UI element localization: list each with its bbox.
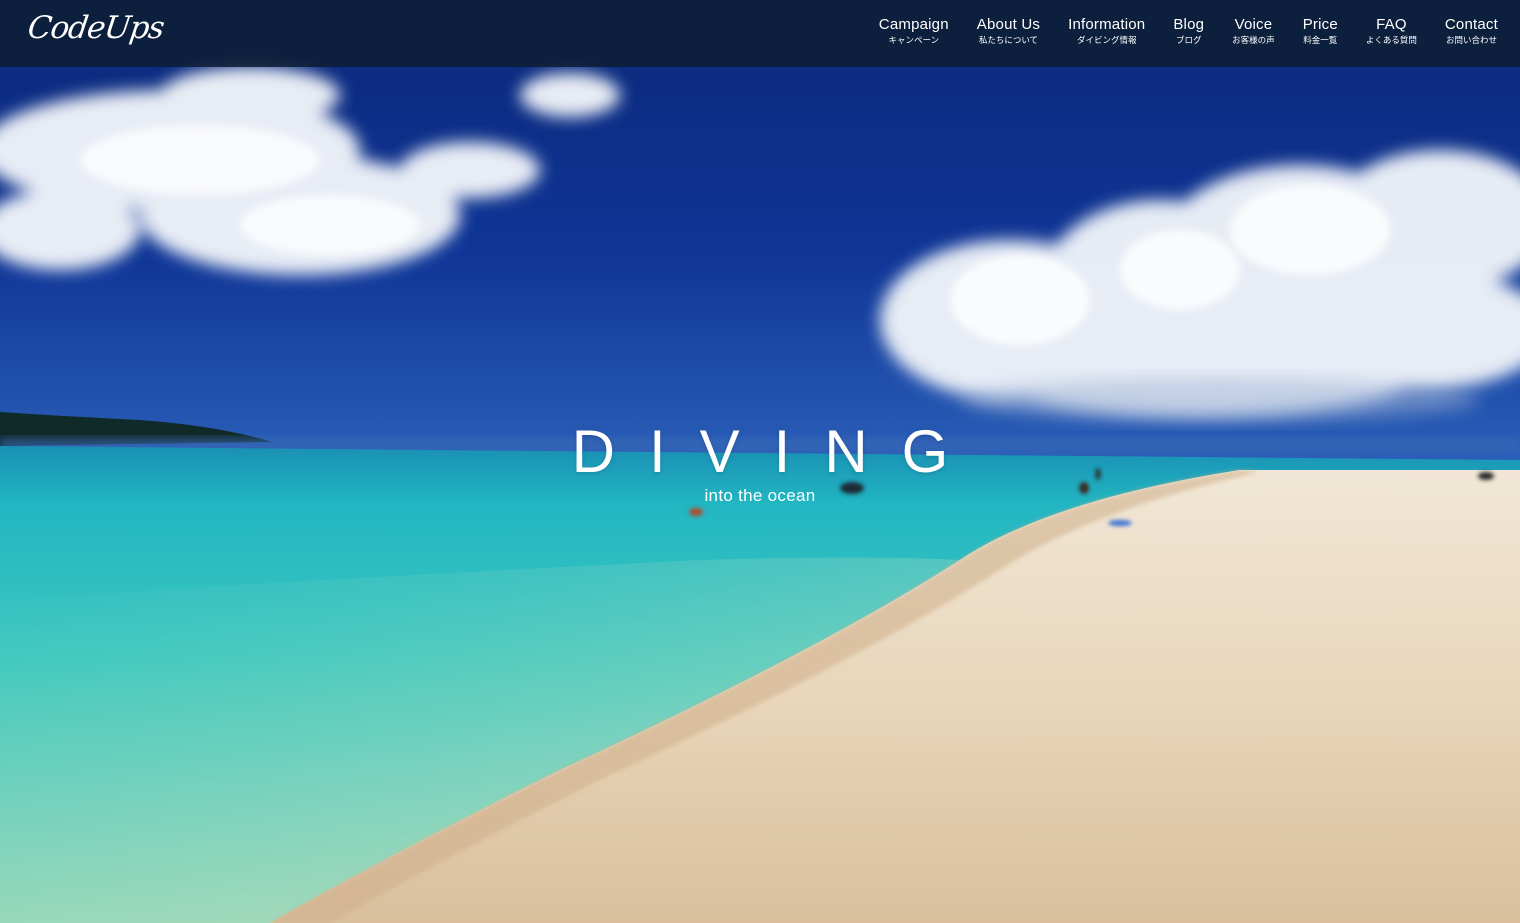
nav-item-label: FAQ <box>1376 16 1407 33</box>
nav-item-about-us[interactable]: About Us 私たちについて <box>977 16 1040 47</box>
nav-item-label: Price <box>1302 16 1338 33</box>
site-header: CodeUps Campaign キャンペーン About Us 私たちについて… <box>0 0 1520 67</box>
nav-item-voice[interactable]: Voice お客様の声 <box>1232 16 1275 47</box>
nav-item-sublabel: よくある質問 <box>1365 36 1417 46</box>
hero-subtitle: into the ocean <box>704 486 816 505</box>
nav-item-price[interactable]: Price 料金一覧 <box>1303 16 1338 47</box>
nav-item-blog[interactable]: Blog ブログ <box>1173 16 1204 47</box>
nav-item-faq[interactable]: FAQ よくある質問 <box>1366 16 1417 47</box>
nav-item-label: Information <box>1068 16 1146 33</box>
nav-item-sublabel: ブログ <box>1176 36 1202 46</box>
nav-item-sublabel: キャンペーン <box>888 36 940 46</box>
page: CodeUps Campaign キャンペーン About Us 私たちについて… <box>0 0 1520 923</box>
nav-item-campaign[interactable]: Campaign キャンペーン <box>879 16 949 47</box>
nav-item-sublabel: お客様の声 <box>1232 36 1275 46</box>
nav-item-sublabel: 料金一覧 <box>1303 36 1338 46</box>
nav-item-label: About Us <box>976 16 1041 33</box>
nav-item-contact[interactable]: Contact お問い合わせ <box>1445 16 1498 47</box>
nav-item-label: Contact <box>1444 16 1498 33</box>
nav-item-sublabel: ダイビング情報 <box>1076 36 1137 46</box>
nav-item-label: Campaign <box>878 16 949 33</box>
main-nav: Campaign キャンペーン About Us 私たちについて Informa… <box>879 16 1498 47</box>
hero-title: DIVING <box>571 418 983 485</box>
nav-item-sublabel: お問い合わせ <box>1445 36 1497 46</box>
hero-section: DIVING into the ocean <box>0 418 1520 506</box>
nav-item-label: Voice <box>1234 16 1273 33</box>
site-logo[interactable]: CodeUps <box>25 10 166 46</box>
nav-item-information[interactable]: Information ダイビング情報 <box>1068 16 1145 47</box>
nav-item-sublabel: 私たちについて <box>978 36 1039 46</box>
nav-item-label: Blog <box>1173 16 1205 33</box>
